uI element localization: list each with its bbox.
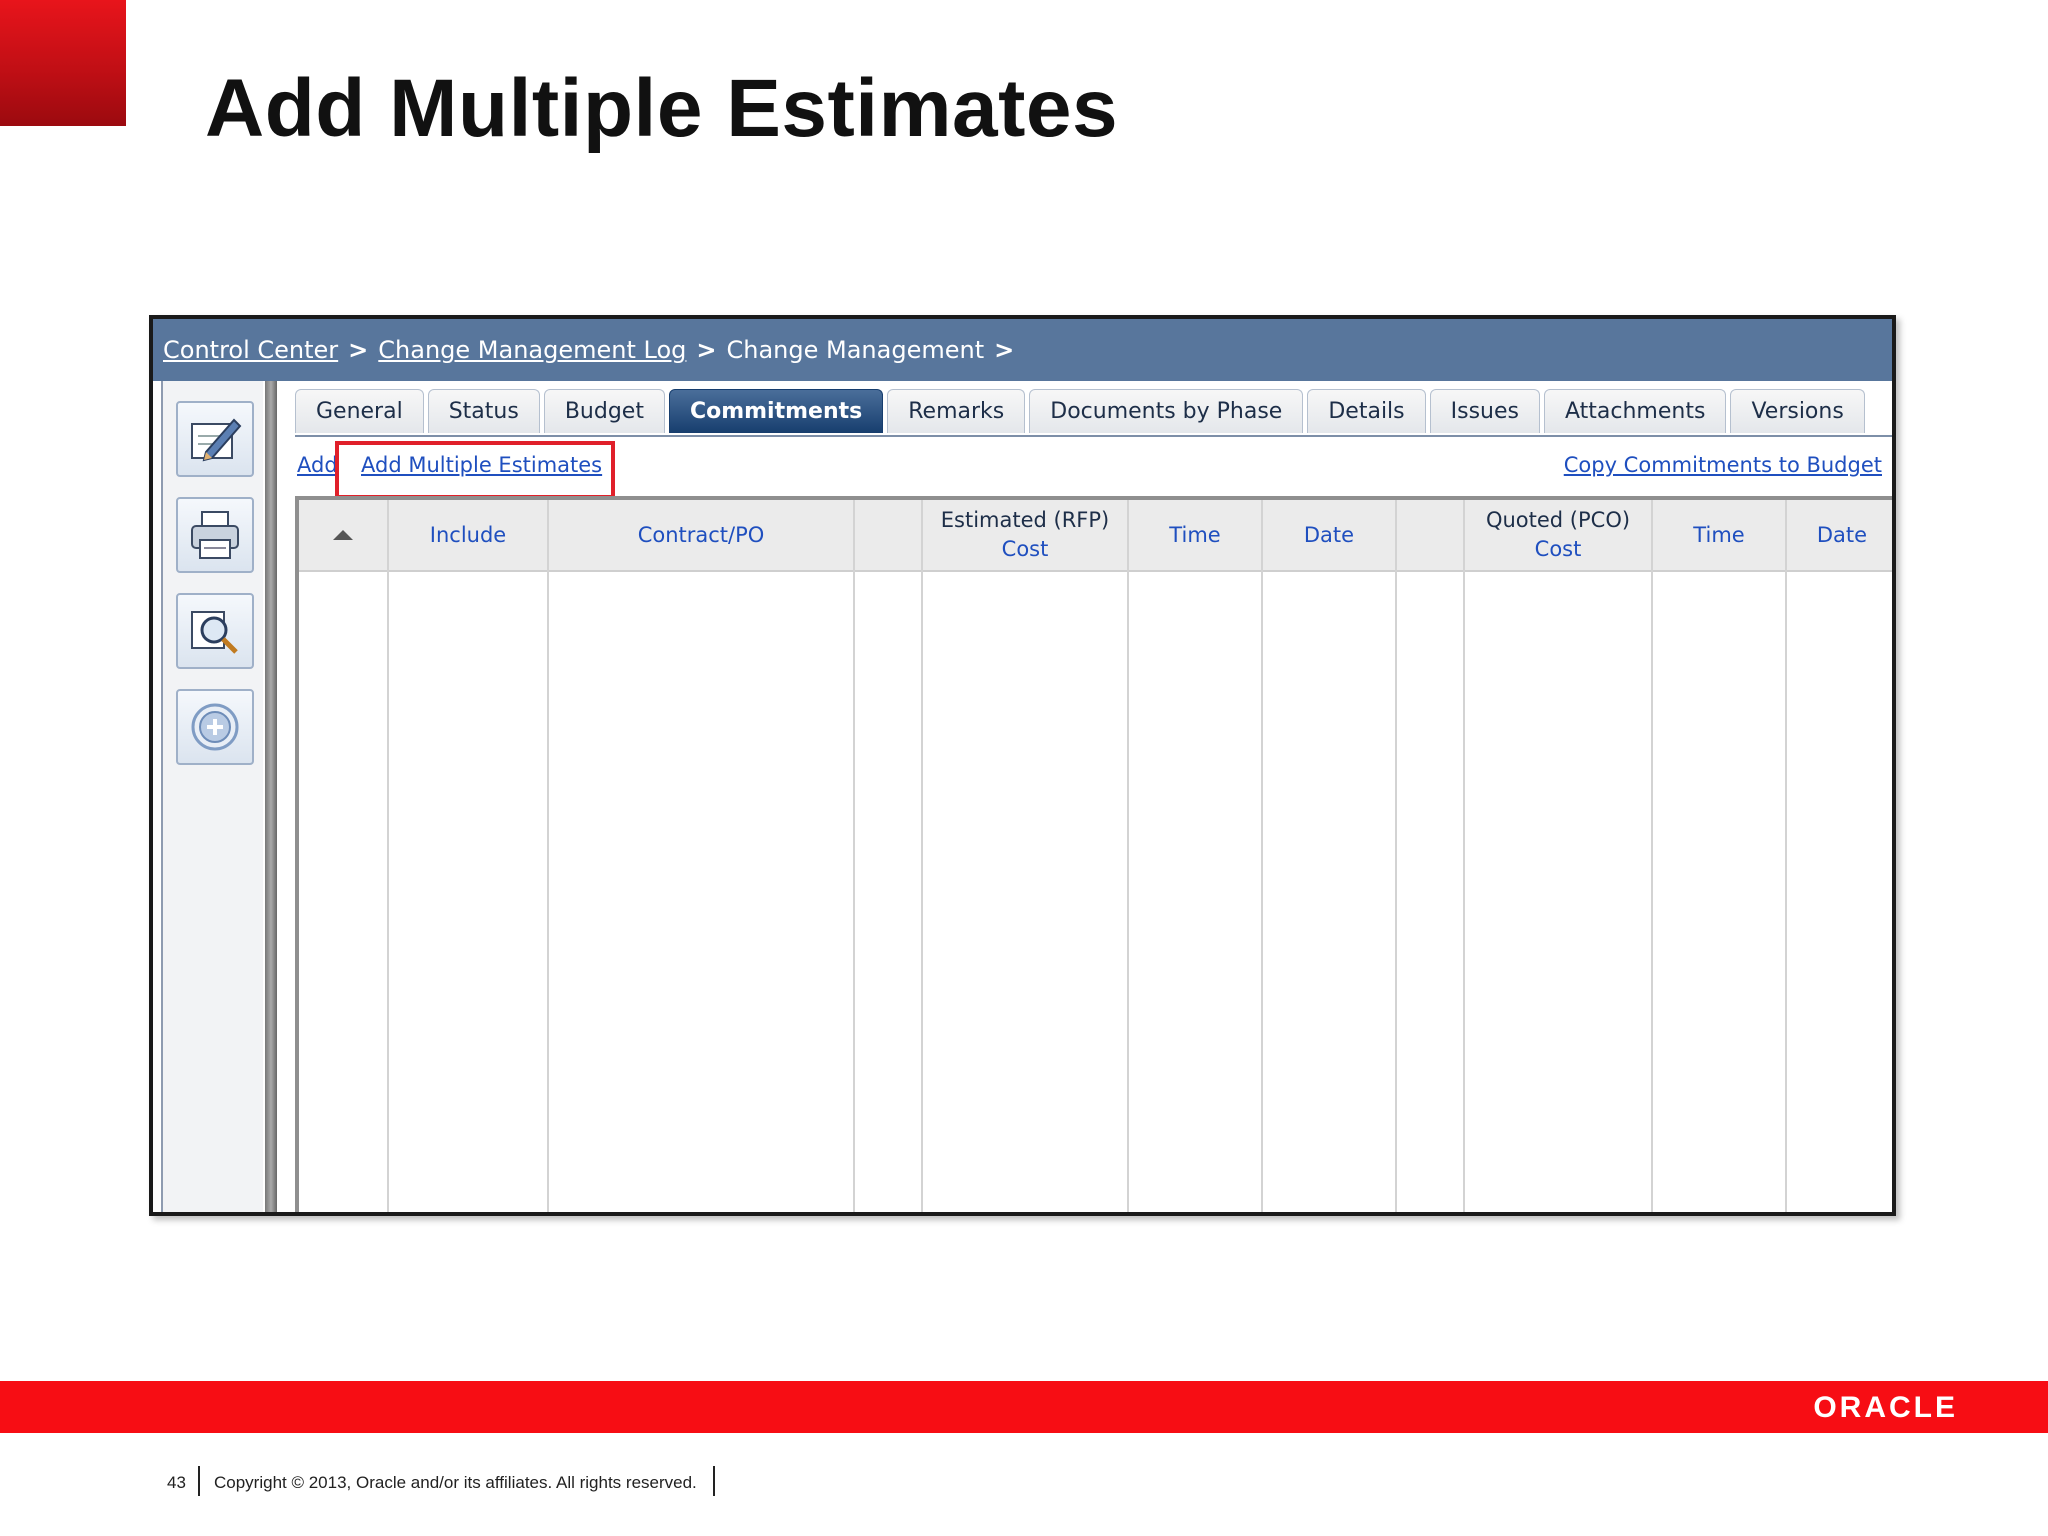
oracle-logo: ORACLE	[1813, 1391, 1958, 1424]
tab-attachments[interactable]: Attachments	[1544, 389, 1727, 433]
estimated-cost-column-header[interactable]: Estimated (RFP) Cost	[923, 500, 1127, 570]
print-button[interactable]	[176, 497, 254, 573]
quoted-date-header-label: Date	[1816, 522, 1868, 547]
breadcrumb-separator: >	[348, 336, 369, 364]
print-preview-button[interactable]	[176, 593, 254, 669]
footer-divider	[198, 1466, 200, 1496]
main-panel: General Status Budget Commitments Remark…	[277, 381, 1892, 1212]
contract-po-header-label: Contract/PO	[637, 522, 765, 547]
grid-column-divider	[299, 500, 389, 1212]
quoted-cost-column-header[interactable]: Quoted (PCO) Cost	[1465, 500, 1651, 570]
tab-commitments[interactable]: Commitments	[668, 389, 884, 433]
tab-general[interactable]: General	[295, 389, 424, 433]
footer-divider	[713, 1466, 715, 1496]
page-number: 43	[167, 1473, 186, 1492]
breadcrumb: Control Center > Change Management Log >…	[153, 319, 1892, 381]
estimated-time-header-label: Time	[1169, 522, 1221, 547]
quoted-time-column-header[interactable]: Time	[1653, 500, 1785, 570]
slide-title: Add Multiple Estimates	[205, 63, 1119, 154]
breadcrumb-separator: >	[994, 336, 1015, 364]
print-icon	[191, 511, 239, 559]
grid-column-divider	[549, 500, 855, 1212]
estimated-cost-header-label: Cost	[1001, 537, 1049, 561]
grid-column-divider	[1653, 500, 1787, 1212]
footer-red-bar	[0, 1381, 2048, 1433]
include-column-header[interactable]: Include	[389, 500, 547, 570]
breadcrumb-control-center[interactable]: Control Center	[163, 336, 338, 364]
estimated-date-column-header[interactable]: Date	[1263, 500, 1395, 570]
commitments-grid: Include Contract/PO Estimated (RFP) Cost…	[295, 496, 1892, 1212]
tool-sidebar	[161, 381, 263, 1212]
breadcrumb-change-management-log[interactable]: Change Management Log	[378, 336, 686, 364]
tab-status[interactable]: Status	[427, 389, 540, 433]
estimated-date-header-label: Date	[1303, 522, 1355, 547]
include-header-label: Include	[429, 522, 507, 547]
sort-column-header[interactable]	[299, 500, 387, 570]
quoted-cost-header-label: Cost	[1534, 537, 1582, 561]
edit-icon	[191, 418, 242, 462]
tab-issues[interactable]: Issues	[1429, 389, 1540, 433]
add-button[interactable]	[176, 689, 254, 765]
tab-documents-by-phase[interactable]: Documents by Phase	[1029, 389, 1304, 433]
grid-column-divider	[1263, 500, 1397, 1212]
tab-budget[interactable]: Budget	[543, 389, 665, 433]
tab-details[interactable]: Details	[1307, 389, 1426, 433]
breadcrumb-separator: >	[696, 336, 717, 364]
grid-column-divider	[855, 500, 923, 1212]
grid-column-divider	[1397, 500, 1465, 1212]
app-screenshot: Control Center > Change Management Log >…	[149, 315, 1896, 1216]
grid-column-divider	[923, 500, 1129, 1212]
copy-commitments-to-budget-link[interactable]: Copy Commitments to Budget	[1564, 453, 1882, 477]
edit-button[interactable]	[176, 401, 254, 477]
search-preview-icon	[191, 611, 238, 654]
estimated-rfp-group-label: Estimated (RFP)	[940, 508, 1110, 532]
tab-underline	[295, 435, 1892, 437]
quoted-date-column-header[interactable]: Date	[1787, 500, 1892, 570]
quoted-time-header-label: Time	[1693, 522, 1745, 547]
tab-strip: General Status Budget Commitments Remark…	[295, 389, 1869, 435]
add-circle-icon	[191, 703, 239, 751]
quoted-pco-group-label: Quoted (PCO)	[1485, 508, 1631, 532]
brand-corner	[0, 0, 126, 126]
sidebar-divider	[265, 381, 277, 1212]
tab-versions[interactable]: Versions	[1730, 389, 1865, 433]
sort-ascending-icon	[333, 530, 353, 540]
callout-highlight-box	[335, 441, 615, 499]
grid-column-divider	[1129, 500, 1263, 1212]
copyright-text: Copyright © 2013, Oracle and/or its affi…	[214, 1473, 697, 1492]
grid-column-divider	[1465, 500, 1653, 1212]
estimated-time-column-header[interactable]: Time	[1129, 500, 1261, 570]
contract-po-column-header[interactable]: Contract/PO	[549, 500, 853, 570]
breadcrumb-change-management: Change Management	[726, 336, 985, 364]
grid-column-divider	[389, 500, 549, 1212]
tab-remarks[interactable]: Remarks	[887, 389, 1026, 433]
add-link[interactable]: Add	[297, 453, 338, 477]
